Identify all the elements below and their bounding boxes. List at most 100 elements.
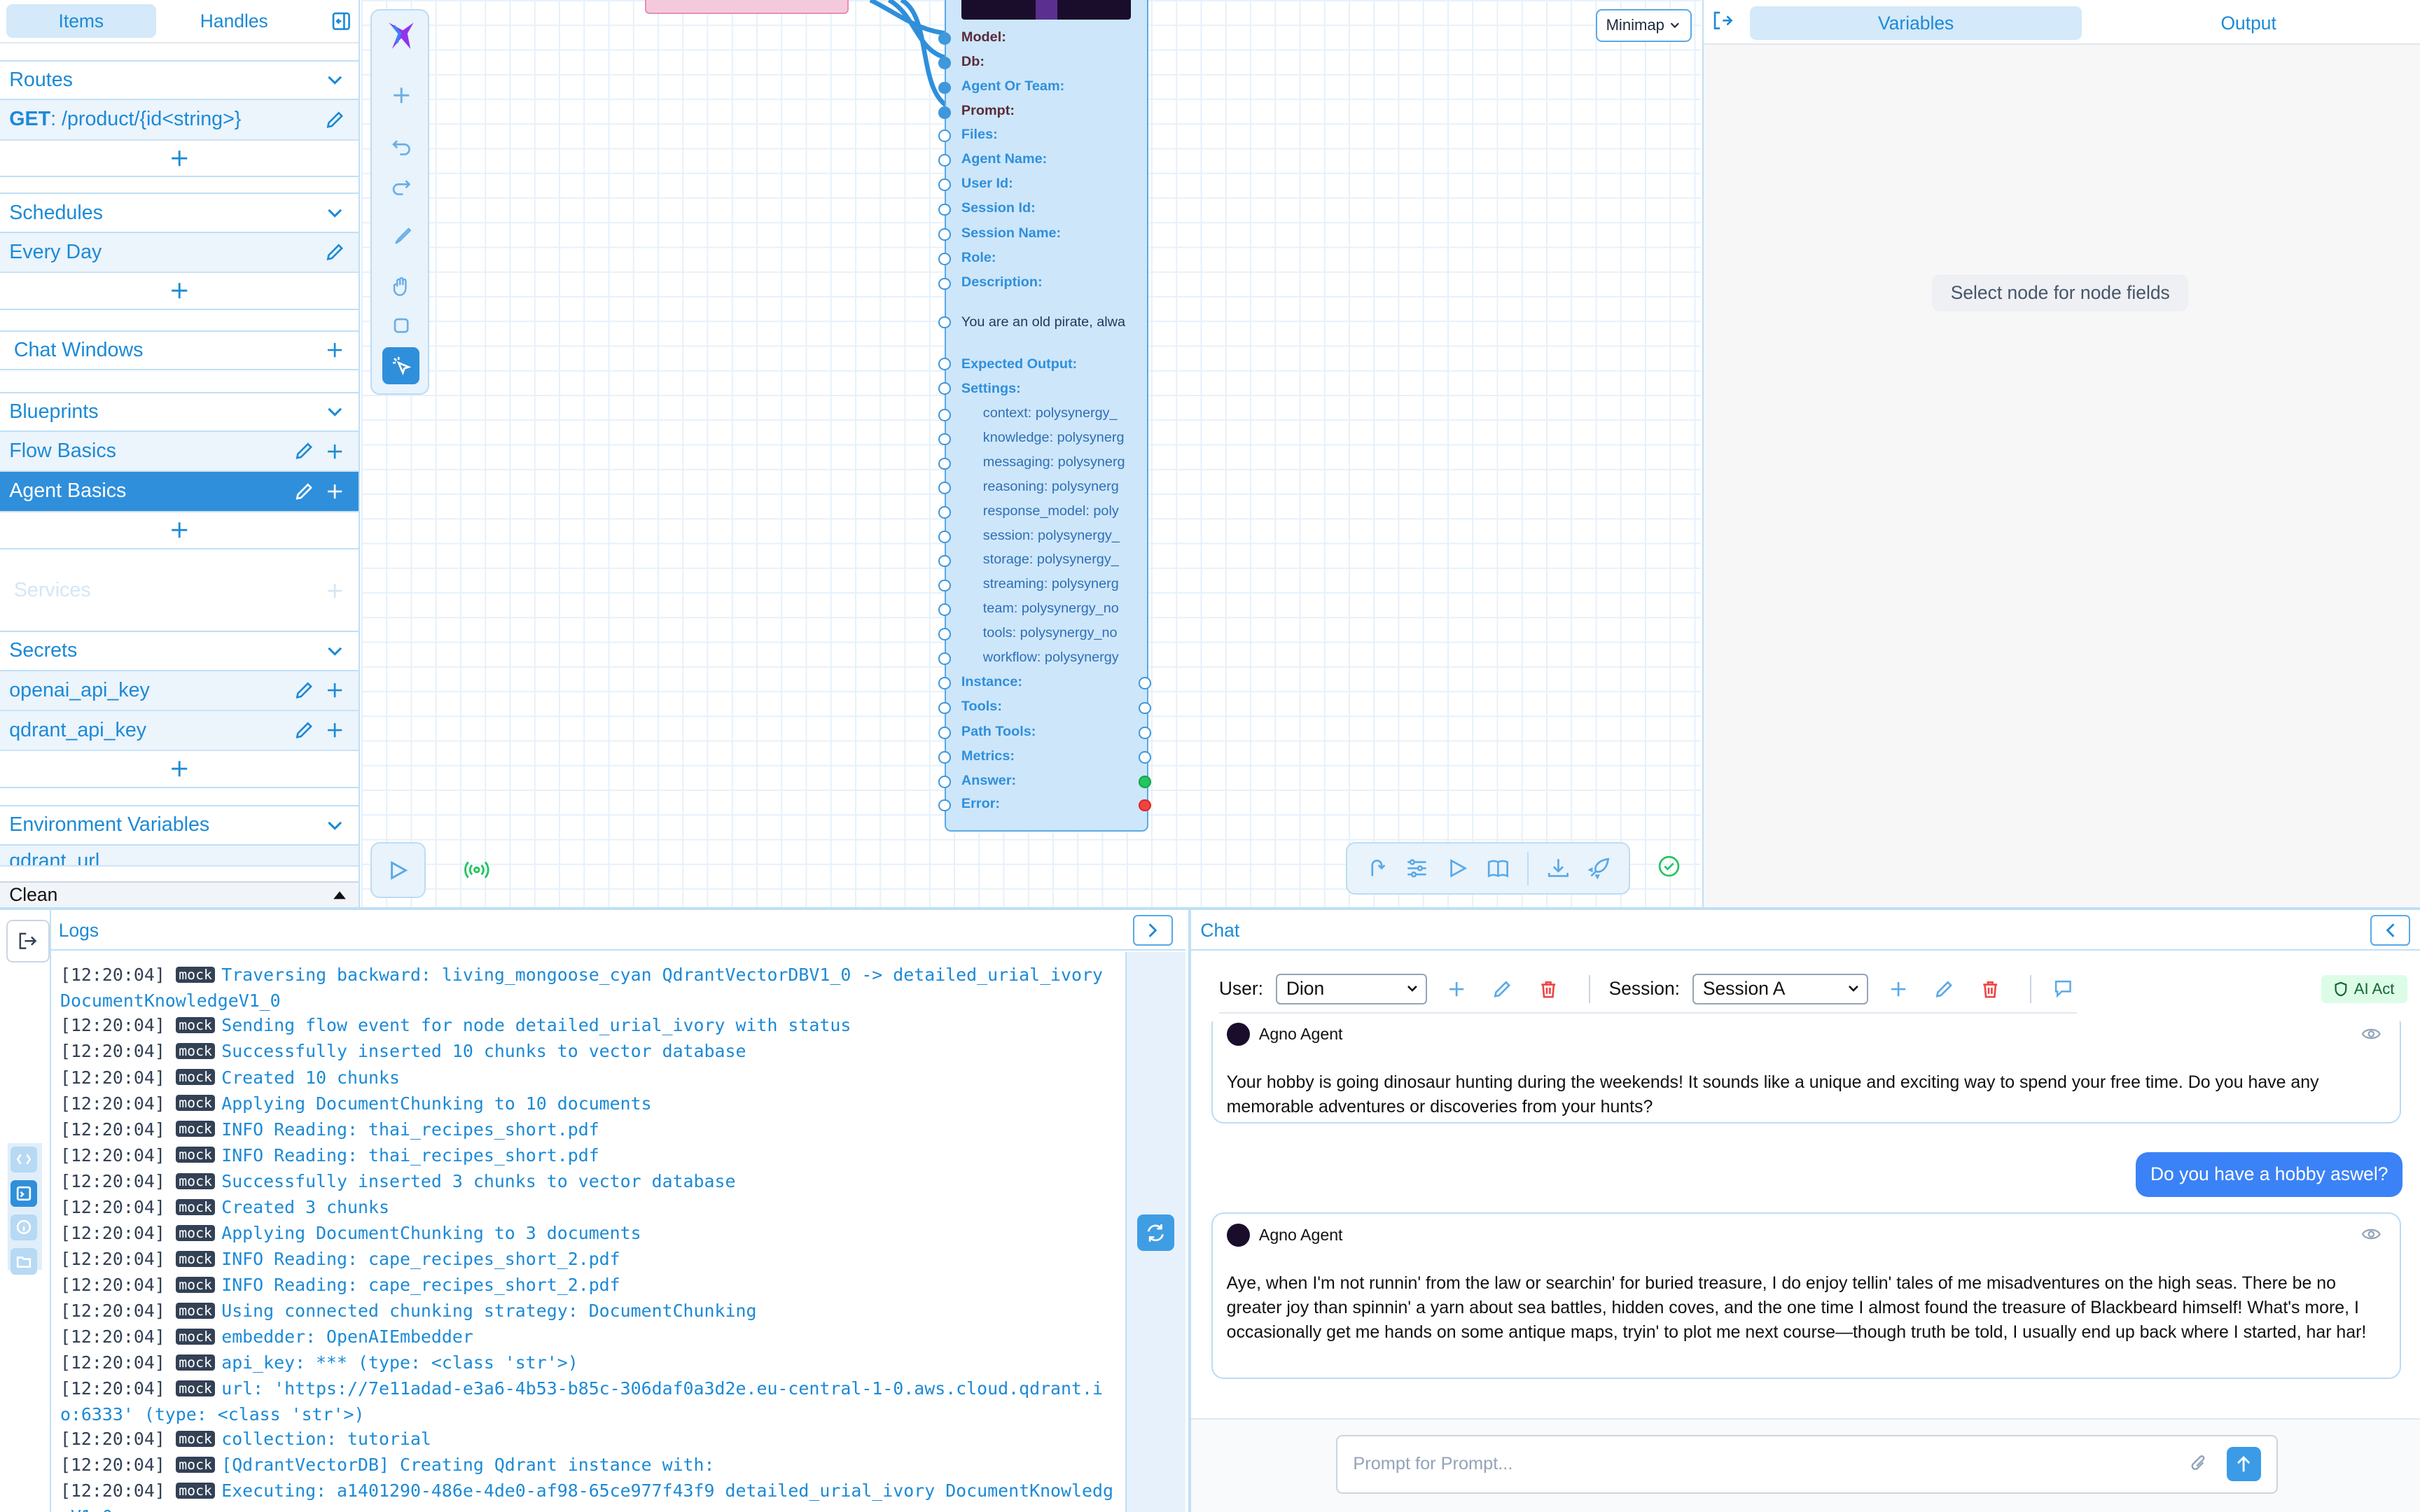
input-handle[interactable] (938, 726, 951, 739)
add-node-icon[interactable] (382, 77, 419, 114)
rocket-icon[interactable] (1587, 858, 1610, 880)
hand-icon[interactable] (382, 268, 419, 305)
routes-section-header[interactable]: Routes (0, 59, 359, 101)
input-handle[interactable] (938, 652, 951, 665)
sidebar-footer[interactable]: Clean (0, 881, 359, 907)
chat-windows-section-header[interactable]: Chat Windows (0, 330, 359, 370)
node-partial[interactable] (645, 0, 849, 14)
pencil-icon[interactable] (293, 481, 315, 503)
chevron-left-icon[interactable] (2370, 915, 2411, 946)
node-port-label[interactable]: Session Name: (961, 225, 1061, 241)
play-button[interactable] (370, 842, 426, 898)
node-port-label[interactable]: Role: (961, 250, 996, 266)
eye-icon[interactable] (2361, 1226, 2381, 1242)
input-handle[interactable] (938, 579, 951, 592)
add-user-icon[interactable] (1448, 981, 1465, 997)
paperclip-icon[interactable] (2190, 1454, 2208, 1474)
chevron-down-icon[interactable] (324, 815, 346, 836)
node-port-label[interactable]: Description: (961, 274, 1043, 290)
pencil-icon[interactable] (293, 680, 315, 701)
settings-item[interactable]: storage: polysynergy_ (983, 552, 1128, 568)
input-handle[interactable] (938, 228, 951, 241)
plus-icon[interactable] (324, 720, 346, 741)
add-session-icon[interactable] (1890, 981, 1907, 997)
input-handle[interactable] (938, 677, 951, 690)
tab-items[interactable]: Items (6, 4, 156, 38)
input-handle[interactable] (938, 382, 951, 396)
input-handle[interactable] (938, 277, 951, 290)
node-port-label[interactable]: Files: (961, 127, 998, 143)
schedule-item[interactable]: Every Day (0, 232, 359, 274)
ai-act-badge[interactable]: AI Act (2321, 974, 2407, 1003)
node-output-label[interactable]: Error: (961, 796, 1000, 812)
output-handle[interactable] (1139, 726, 1152, 739)
input-handle[interactable] (938, 81, 951, 94)
output-handle[interactable] (1139, 677, 1152, 690)
info-icon[interactable] (11, 1214, 37, 1241)
secret-item[interactable]: openai_api_key (0, 671, 359, 711)
edit-user-icon[interactable] (1493, 980, 1511, 998)
tab-variables[interactable]: Variables (1750, 6, 2082, 41)
input-handle[interactable] (938, 203, 951, 216)
node-port-label[interactable]: Settings: (961, 381, 1021, 397)
settings-item[interactable]: response_model: poly (983, 503, 1128, 519)
input-handle[interactable] (938, 799, 951, 812)
secrets-section-header[interactable]: Secrets (0, 631, 359, 671)
node-port-label[interactable]: Prompt: (961, 103, 1015, 119)
collapse-sidebar-icon[interactable] (331, 10, 352, 31)
draw-icon[interactable] (382, 218, 419, 255)
settings-item[interactable]: knowledge: polysynerg (983, 430, 1128, 446)
node-output-label[interactable]: Metrics: (961, 748, 1015, 764)
plus-icon[interactable] (324, 481, 346, 503)
input-handle[interactable] (938, 178, 951, 192)
route-item[interactable]: GET: /product/{id<string>} (0, 100, 359, 141)
input-handle[interactable] (938, 457, 951, 470)
output-handle[interactable] (1139, 701, 1152, 715)
add-blueprint-button[interactable] (0, 512, 359, 550)
settings-item[interactable]: team: polysynergy_no (983, 601, 1128, 617)
pencil-icon[interactable] (324, 241, 346, 263)
input-handle[interactable] (938, 358, 951, 370)
secret-item[interactable]: qdrant_api_key (0, 710, 359, 752)
plus-icon[interactable] (324, 340, 346, 361)
delete-user-icon[interactable] (1539, 980, 1557, 998)
node-port-label[interactable]: Model: (961, 29, 1006, 46)
settings-item[interactable]: workflow: polysynergy (983, 650, 1128, 666)
input-handle[interactable] (938, 57, 951, 69)
chevron-down-icon[interactable] (324, 640, 346, 662)
run-icon[interactable] (1447, 858, 1468, 879)
env-section-header[interactable]: Environment Variables (0, 805, 359, 846)
node-port-label[interactable]: Agent Name: (961, 151, 1047, 167)
pencil-icon[interactable] (293, 440, 315, 462)
input-handle[interactable] (938, 531, 951, 543)
tab-handles[interactable]: Handles (159, 4, 309, 38)
pencil-icon[interactable] (293, 720, 315, 741)
delete-session-icon[interactable] (1981, 980, 1999, 998)
folder-icon[interactable] (11, 1248, 37, 1275)
node-port-label[interactable]: User Id: (961, 176, 1013, 192)
input-handle[interactable] (938, 253, 951, 265)
chevron-down-icon[interactable] (324, 202, 346, 224)
send-button[interactable] (2227, 1447, 2261, 1481)
book-icon[interactable] (1487, 858, 1509, 879)
settings-item[interactable]: session: polysynergy_ (983, 528, 1128, 544)
terminal-icon[interactable] (11, 1180, 37, 1207)
input-handle[interactable] (938, 628, 951, 640)
settings-item[interactable]: context: polysynergy_ (983, 405, 1128, 421)
node-port-label[interactable]: Expected Output: (961, 356, 1077, 372)
input-handle[interactable] (938, 751, 951, 764)
pointer-mode-icon[interactable] (382, 346, 420, 384)
node-output-label[interactable]: Path Tools: (961, 724, 1036, 740)
node-port-label[interactable]: Db: (961, 54, 985, 70)
input-handle[interactable] (938, 603, 951, 617)
input-handle[interactable] (938, 482, 951, 494)
input-handle[interactable] (938, 701, 951, 715)
blueprint-item[interactable]: Flow Basics (0, 432, 359, 472)
schedules-section-header[interactable]: Schedules (0, 192, 359, 233)
input-handle[interactable] (938, 106, 951, 119)
add-route-button[interactable] (0, 141, 359, 178)
add-secret-button[interactable] (0, 751, 359, 789)
agent-node[interactable]: Model: Db: Agent Or Team: Prompt: Files: Agen… (938, 0, 1152, 832)
session-select[interactable]: Session A (1692, 973, 1868, 1004)
output-handle[interactable] (1139, 776, 1152, 789)
